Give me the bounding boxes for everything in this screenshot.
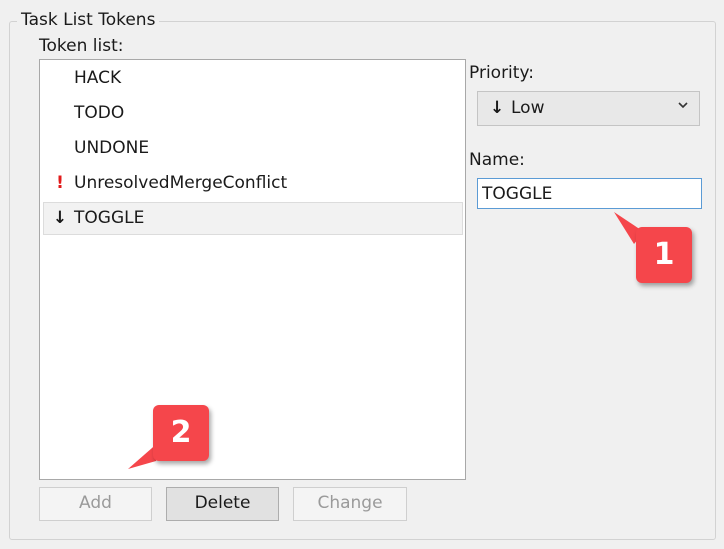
list-item-label: TOGGLE — [74, 208, 145, 228]
list-item-label: TODO — [74, 103, 125, 123]
high-priority-icon: ! — [56, 173, 64, 193]
priority-dropdown[interactable]: ↓ Low — [477, 91, 700, 126]
list-item[interactable]: UNDONE — [43, 132, 463, 165]
list-item[interactable]: ! UnresolvedMergeConflict — [43, 167, 463, 200]
priority-label: Priority: — [469, 63, 534, 83]
name-input[interactable] — [477, 178, 702, 209]
add-button[interactable]: Add — [39, 487, 152, 521]
list-item-label: UnresolvedMergeConflict — [74, 173, 288, 193]
priority-value: Low — [511, 98, 545, 118]
delete-button[interactable]: Delete — [166, 487, 279, 521]
callout-1: 1 — [612, 210, 702, 290]
callout-number: 2 — [153, 405, 209, 461]
list-item[interactable]: TODO — [43, 97, 463, 130]
list-item-label: HACK — [74, 68, 122, 88]
name-label: Name: — [469, 150, 525, 170]
low-priority-icon: ↓ — [52, 208, 68, 228]
change-button[interactable]: Change — [293, 487, 407, 521]
callout-number: 1 — [636, 227, 692, 283]
token-listbox[interactable]: HACK TODO UNDONE ! UnresolvedMergeConfli… — [39, 59, 466, 480]
low-priority-icon: ↓ — [490, 98, 505, 118]
list-item-selected[interactable]: ↓ TOGGLE — [43, 202, 463, 235]
list-item-label: UNDONE — [74, 138, 150, 158]
token-list-label: Token list: — [39, 36, 124, 56]
group-title: Task List Tokens — [17, 9, 160, 31]
chevron-down-icon — [678, 102, 688, 109]
callout-2: 2 — [126, 405, 216, 475]
list-item[interactable]: HACK — [43, 62, 463, 95]
